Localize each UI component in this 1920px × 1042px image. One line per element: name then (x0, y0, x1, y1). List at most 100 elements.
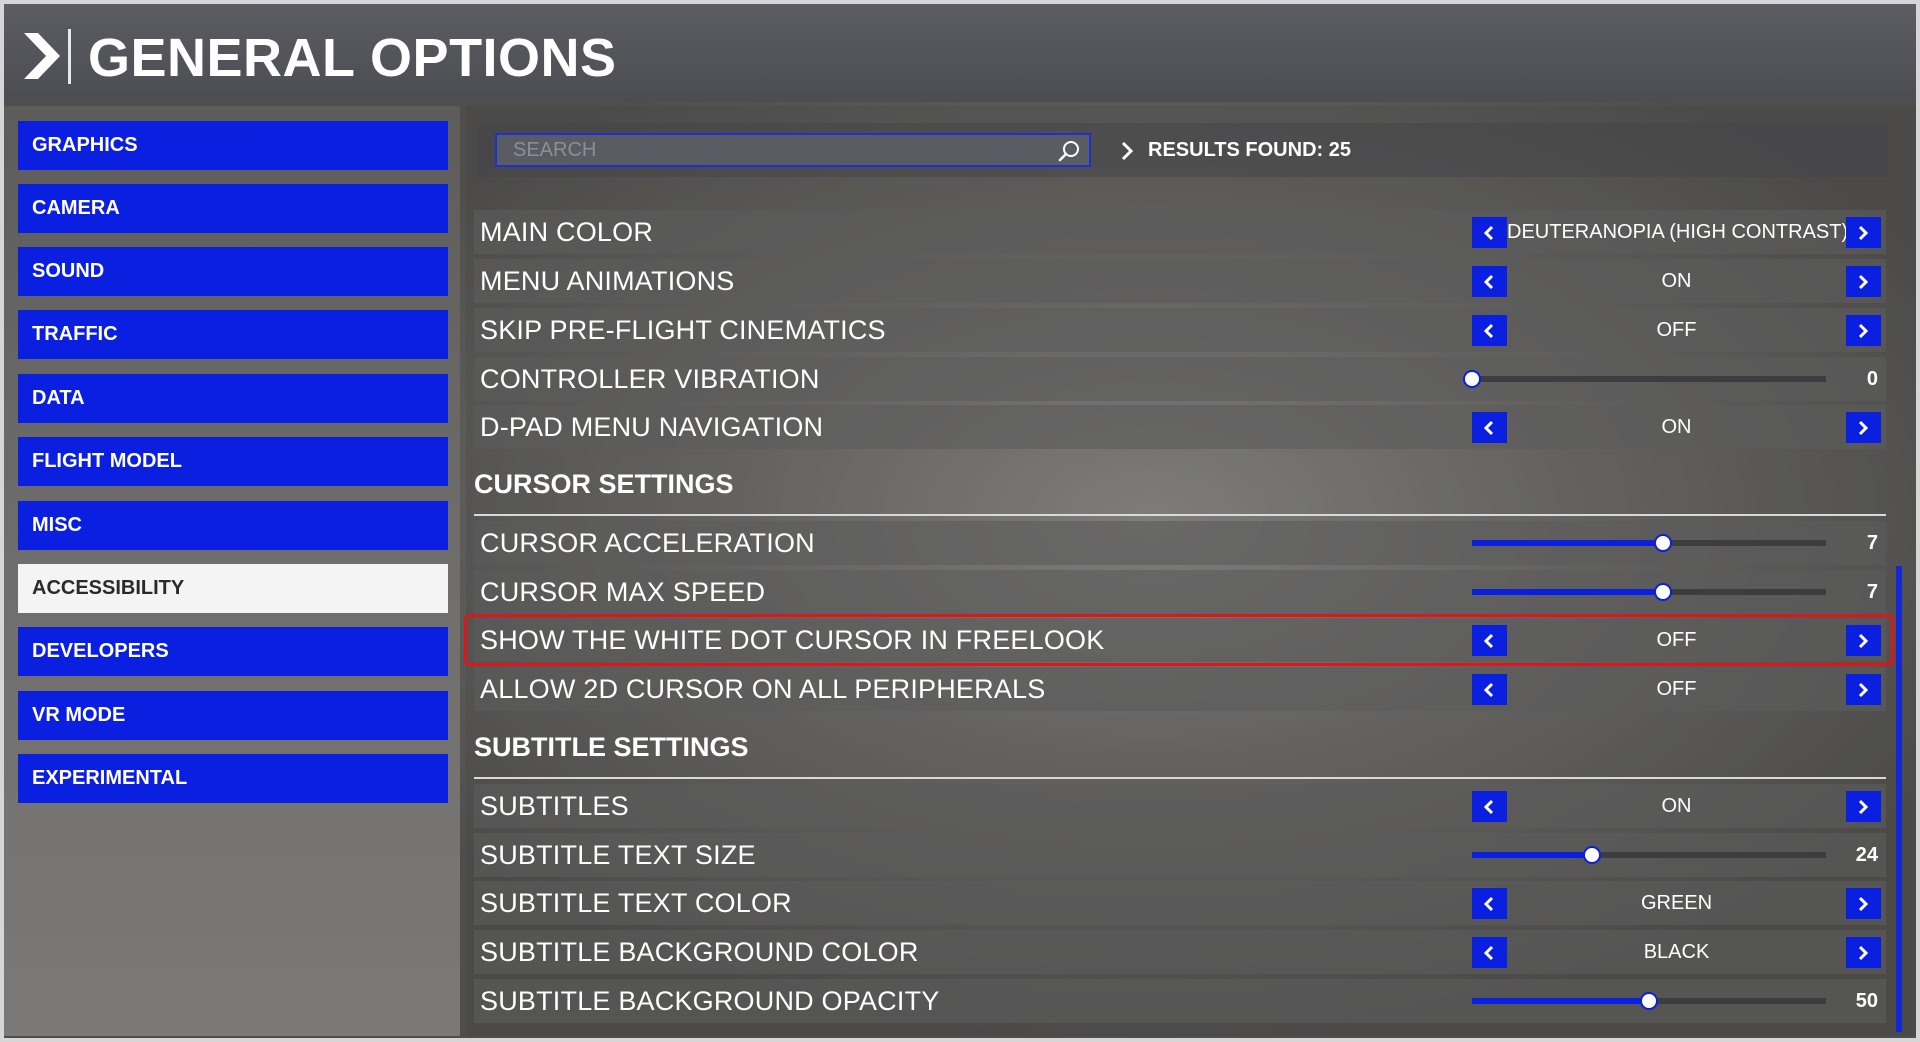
next-option-button[interactable] (1846, 888, 1881, 919)
slider-knob[interactable] (1640, 992, 1658, 1010)
setting-row-subtitles: SUBTITLES ON (474, 784, 1886, 828)
sidebar: GRAPHICS CAMERA SOUND TRAFFIC DATA FLIGH… (4, 106, 460, 1036)
setting-label: ALLOW 2D CURSOR ON ALL PERIPHERALS (480, 674, 1046, 704)
section-title-subtitle: SUBTITLE SETTINGS (474, 732, 749, 762)
chevron-right-icon (1858, 323, 1869, 339)
search-icon[interactable] (1057, 139, 1081, 163)
sidebar-item-misc[interactable]: MISC (18, 501, 448, 550)
chevron-right-icon (1858, 225, 1869, 241)
slider-value: 50 (1855, 990, 1878, 1012)
setting-row-white-dot-cursor: SHOW THE WHITE DOT CURSOR IN FREELOOK OF… (474, 618, 1886, 662)
setting-row-subtitle-bg-color: SUBTITLE BACKGROUND COLOR BLACK (474, 930, 1886, 974)
next-option-button[interactable] (1846, 625, 1881, 656)
prev-option-button[interactable] (1472, 315, 1507, 346)
chevron-left-icon (1483, 225, 1494, 241)
setting-label: MAIN COLOR (480, 217, 654, 247)
chevron-right-icon (24, 33, 60, 79)
chevron-right-icon (1858, 682, 1869, 698)
sidebar-item-sound[interactable]: SOUND (18, 247, 448, 296)
setting-row-2d-cursor: ALLOW 2D CURSOR ON ALL PERIPHERALS OFF (474, 667, 1886, 711)
option-value: GREEN (1640, 892, 1713, 914)
section-divider (474, 777, 1886, 779)
sidebar-item-traffic[interactable]: TRAFFIC (18, 310, 448, 359)
setting-label: SUBTITLE BACKGROUND OPACITY (480, 986, 940, 1016)
prev-option-button[interactable] (1472, 791, 1507, 822)
prev-option-button[interactable] (1472, 625, 1507, 656)
setting-label: SUBTITLES (480, 791, 629, 821)
next-option-button[interactable] (1846, 217, 1881, 248)
next-option-button[interactable] (1846, 674, 1881, 705)
option-value: ON (1661, 795, 1692, 817)
sidebar-item-flight-model[interactable]: FLIGHT MODEL (18, 437, 448, 486)
setting-row-main-color: MAIN COLOR DEUTERANOPIA (HIGH CONTRAST) (474, 210, 1886, 254)
setting-row-skip-cinematics: SKIP PRE-FLIGHT CINEMATICS OFF (474, 308, 1886, 352)
setting-row-subtitle-bg-opacity: SUBTITLE BACKGROUND OPACITY 50 (474, 979, 1886, 1023)
slider-track[interactable] (1472, 992, 1826, 1010)
chevron-left-icon (1483, 274, 1494, 290)
slider-track[interactable] (1472, 583, 1826, 601)
search-field[interactable] (495, 133, 1091, 167)
header-divider (68, 29, 71, 84)
setting-label: SUBTITLE TEXT COLOR (480, 888, 792, 918)
prev-option-button[interactable] (1472, 266, 1507, 297)
next-option-button[interactable] (1846, 412, 1881, 443)
setting-row-dpad-navigation: D-PAD MENU NAVIGATION ON (474, 405, 1886, 449)
sidebar-item-developers[interactable]: DEVELOPERS (18, 627, 448, 676)
section-divider (474, 514, 1886, 516)
option-value: ON (1661, 416, 1692, 438)
setting-row-menu-animations: MENU ANIMATIONS ON (474, 259, 1886, 303)
slider-track[interactable] (1463, 370, 1826, 388)
next-option-button[interactable] (1846, 266, 1881, 297)
header-bar: GENERAL OPTIONS (4, 4, 1916, 102)
next-option-button[interactable] (1846, 791, 1881, 822)
chevron-left-icon (1483, 682, 1494, 698)
prev-option-button[interactable] (1472, 888, 1507, 919)
scrollbar[interactable] (1896, 566, 1902, 1032)
slider-track[interactable] (1472, 846, 1826, 864)
slider-fill (1472, 852, 1593, 858)
slider-fill (1472, 540, 1664, 546)
setting-label: SKIP PRE-FLIGHT CINEMATICS (480, 315, 886, 345)
chevron-left-icon (1483, 633, 1494, 649)
sidebar-item-data[interactable]: DATA (18, 374, 448, 423)
results-label: RESULTS FOUND: 25 (1148, 139, 1351, 161)
setting-row-controller-vibration: CONTROLLER VIBRATION 0 (474, 357, 1886, 401)
slider-knob[interactable] (1463, 370, 1481, 388)
setting-label: SUBTITLE BACKGROUND COLOR (480, 937, 919, 967)
sidebar-item-experimental[interactable]: EXPERIMENTAL (18, 754, 448, 803)
page-title: GENERAL OPTIONS (88, 28, 617, 88)
chevron-left-icon (1483, 896, 1494, 912)
chevron-left-icon (1483, 420, 1494, 436)
sidebar-item-vr-mode[interactable]: VR MODE (18, 691, 448, 740)
prev-option-button[interactable] (1472, 674, 1507, 705)
search-input[interactable] (497, 135, 1037, 165)
setting-label: CONTROLLER VIBRATION (480, 364, 820, 394)
sidebar-item-camera[interactable]: CAMERA (18, 184, 448, 233)
chevron-right-icon (1858, 633, 1869, 649)
chevron-right-icon (1121, 141, 1134, 161)
prev-option-button[interactable] (1472, 217, 1507, 248)
slider-knob[interactable] (1583, 846, 1602, 864)
setting-label: SHOW THE WHITE DOT CURSOR IN FREELOOK (480, 625, 1105, 655)
slider-value: 0 (1866, 368, 1878, 390)
setting-row-subtitle-text-size: SUBTITLE TEXT SIZE 24 (474, 833, 1886, 877)
slider-value: 7 (1866, 581, 1878, 603)
chevron-right-icon (1858, 274, 1869, 290)
setting-row-cursor-acceleration: CURSOR ACCELERATION 7 (474, 521, 1886, 565)
sidebar-item-graphics[interactable]: GRAPHICS (18, 121, 448, 170)
next-option-button[interactable] (1846, 937, 1881, 968)
slider-value: 24 (1855, 844, 1878, 866)
setting-row-cursor-max-speed: CURSOR MAX SPEED 7 (474, 570, 1886, 614)
prev-option-button[interactable] (1472, 937, 1507, 968)
slider-fill (1472, 589, 1664, 595)
next-option-button[interactable] (1846, 315, 1881, 346)
option-value: ON (1661, 270, 1692, 292)
sidebar-item-accessibility[interactable]: ACCESSIBILITY (18, 564, 448, 613)
slider-knob[interactable] (1654, 583, 1673, 601)
slider-knob[interactable] (1654, 534, 1673, 552)
section-title-cursor: CURSOR SETTINGS (474, 469, 734, 499)
slider-track[interactable] (1472, 534, 1826, 552)
option-value: DEUTERANOPIA (HIGH CONTRAST) (1507, 221, 1846, 243)
prev-option-button[interactable] (1472, 412, 1507, 443)
setting-label: CURSOR ACCELERATION (480, 528, 815, 558)
